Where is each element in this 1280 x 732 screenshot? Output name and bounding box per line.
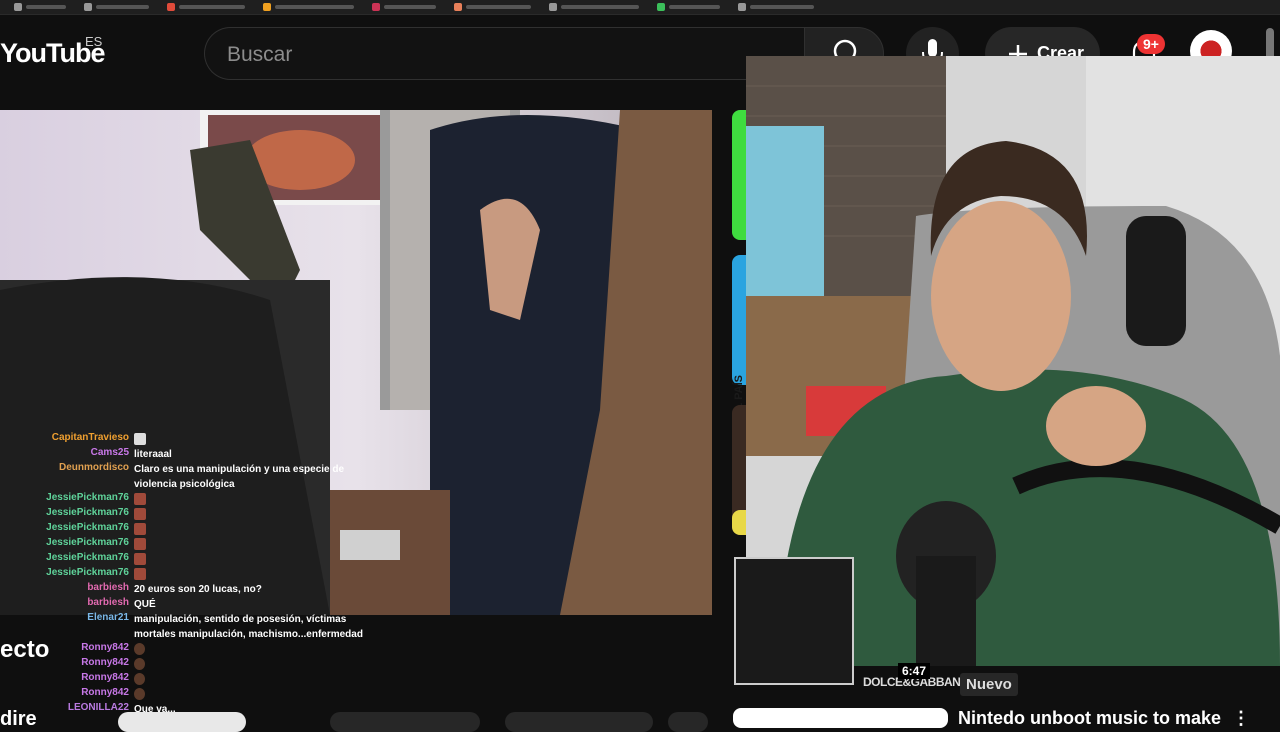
chat-username: Elenar21: [87, 612, 129, 623]
chat-username: barbiesh: [87, 597, 129, 608]
bookmark-favicon-icon: [372, 3, 380, 11]
bookmark-label-placeholder: [669, 5, 720, 9]
notification-count-badge: 9+: [1137, 34, 1165, 54]
chat-username: JessiePickman76: [46, 537, 129, 548]
chat-username: LEONILLA22: [67, 702, 129, 713]
bookmark-favicon-icon: [263, 3, 271, 11]
bookmark-label-placeholder: [275, 5, 354, 9]
bookmark-label-placeholder: [26, 5, 66, 9]
next-video-title[interactable]: Nintedo unboot music to make: [958, 708, 1221, 729]
recommendation-thumb-el-pais[interactable]: EL PAÍS: [732, 255, 746, 417]
chat-text: [134, 567, 379, 582]
bookmarks-bar: [0, 0, 1280, 15]
recommendation-thumb-green[interactable]: [732, 110, 746, 240]
recommendation-thumbnail[interactable]: [734, 557, 854, 685]
bookmark-favicon-icon: [167, 3, 175, 11]
bookmark-item[interactable]: [14, 3, 66, 11]
live-chat-overlay: CapitanTravieso Cams25 literaaal Deunmordis…: [0, 430, 380, 720]
chat-text: literaaal: [134, 449, 172, 460]
bookmark-label-placeholder: [96, 5, 149, 9]
chat-text: QUÉ: [134, 599, 156, 610]
chat-username: Ronny842: [81, 687, 129, 698]
bookmark-item[interactable]: [549, 3, 639, 11]
chat-username: JessiePickman76: [46, 492, 129, 503]
bookmark-label-placeholder: [466, 5, 531, 9]
action-pill-1[interactable]: [118, 712, 246, 732]
bookmark-favicon-icon: [738, 3, 746, 11]
bookmark-label-placeholder: [384, 5, 436, 9]
chat-text: [134, 522, 379, 537]
chat-username: JessiePickman76: [46, 552, 129, 563]
action-pill-2[interactable]: [330, 712, 480, 732]
chat-text: [134, 687, 379, 702]
chat-emote-icon: [134, 658, 145, 671]
chat-text: manipulación, sentido de posesión, vícti…: [134, 614, 363, 640]
chat-username: Ronny842: [81, 657, 129, 668]
new-badge: Nuevo: [960, 673, 1018, 696]
chat-emote-icon: [134, 538, 146, 551]
chat-text: [134, 492, 379, 507]
chat-username: JessiePickman76: [46, 507, 129, 518]
bookmark-label-placeholder: [179, 5, 245, 9]
search-input[interactable]: [225, 40, 749, 70]
bookmark-item[interactable]: [454, 3, 531, 11]
chat-text: [134, 642, 379, 657]
bookmark-favicon-icon: [549, 3, 557, 11]
chat-emote-icon: [134, 553, 146, 566]
bookmark-label-placeholder: [561, 5, 639, 9]
chat-username: Deunmordisco: [58, 462, 129, 473]
bookmark-item[interactable]: [372, 3, 436, 11]
bookmark-favicon-icon: [657, 3, 665, 11]
chat-username: JessiePickman76: [46, 522, 129, 533]
chat-username: Ronny842: [81, 672, 129, 683]
chat-text: [134, 672, 379, 687]
chat-username: JessiePickman76: [46, 567, 129, 578]
bookmark-item[interactable]: [167, 3, 245, 11]
chat-emote-icon: [134, 433, 146, 446]
chat-text: [134, 537, 379, 552]
video-title-fragment: ecto: [0, 636, 50, 663]
chat-emote-icon: [134, 688, 145, 701]
chat-emote-icon: [134, 508, 146, 521]
chat-emote-icon: [134, 568, 146, 581]
action-pill-4[interactable]: [668, 712, 708, 732]
bookmark-label-placeholder: [750, 5, 814, 9]
chat-username: barbiesh: [87, 582, 129, 593]
more-options-icon[interactable]: ⋮: [1232, 708, 1250, 729]
chat-emote-icon: [134, 643, 145, 656]
bookmark-favicon-icon: [454, 3, 462, 11]
chat-text: [134, 552, 379, 567]
chat-text: Claro es una manipulación y una especie …: [134, 464, 345, 490]
bookmark-item[interactable]: [84, 3, 149, 11]
chat-text: [134, 657, 379, 672]
region-code: ES: [85, 34, 103, 49]
chat-username: Ronny842: [81, 642, 129, 653]
bookmark-favicon-icon: [84, 3, 92, 11]
chat-text: [134, 432, 379, 447]
next-video-thumbnail[interactable]: [733, 708, 948, 728]
video-duration: 6:47: [898, 663, 931, 679]
bookmark-item[interactable]: [738, 3, 814, 11]
bookmark-item[interactable]: [657, 3, 720, 11]
search-box[interactable]: [204, 27, 804, 80]
recommendation-thumb-yellow[interactable]: [732, 510, 746, 535]
chat-username: Cams25: [90, 447, 129, 458]
action-pill-3[interactable]: [505, 712, 653, 732]
chat-emote-icon: [134, 673, 145, 686]
chat-username: CapitanTravieso: [51, 432, 129, 443]
bookmark-favicon-icon: [14, 3, 22, 11]
chat-emote-icon: [134, 523, 146, 536]
chat-text: [134, 507, 379, 522]
youtube-logo[interactable]: YouTube ES: [0, 34, 105, 69]
chat-text: 20 euros son 20 lucas, no?: [134, 584, 262, 595]
chat-emote-icon: [134, 493, 146, 506]
bookmark-item[interactable]: [263, 3, 354, 11]
